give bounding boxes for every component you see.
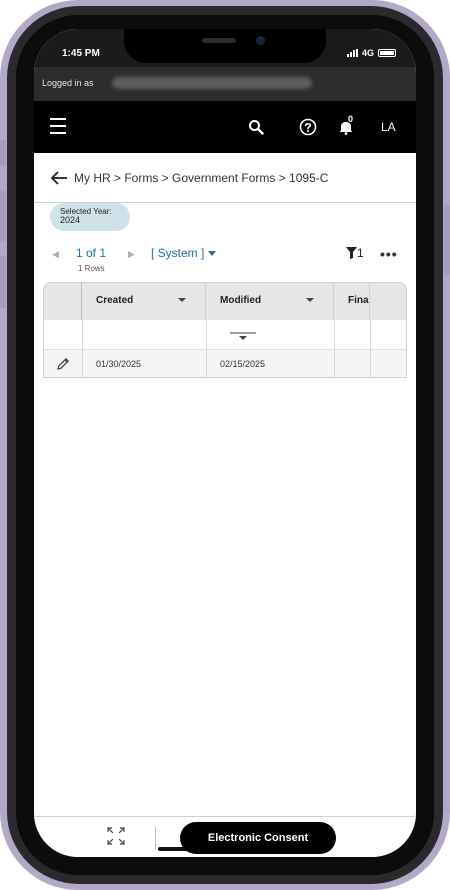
login-label: Logged in as bbox=[42, 78, 94, 88]
redacted-username bbox=[112, 77, 312, 89]
pager-row: ◀ 1 of 1 1 Rows ▶ [ System ] 1 ••• bbox=[34, 241, 416, 281]
grid-divider bbox=[334, 350, 335, 377]
cell-created: 01/30/2025 bbox=[96, 359, 142, 369]
grid-divider bbox=[82, 350, 83, 377]
notification-count: 0 bbox=[348, 114, 354, 124]
column-label-created: Created bbox=[96, 295, 134, 306]
bell-icon[interactable]: 0 bbox=[336, 114, 356, 137]
selected-year-chip[interactable]: Selected Year: 2024 bbox=[50, 203, 130, 231]
caret-down-icon[interactable] bbox=[178, 298, 186, 302]
column-label-final: Fina bbox=[348, 295, 369, 306]
more-options-button[interactable]: ••• bbox=[380, 246, 398, 262]
filter-count: 1 bbox=[357, 246, 364, 260]
column-header-final[interactable]: Fina bbox=[334, 283, 370, 320]
edit-pencil-icon[interactable] bbox=[56, 357, 70, 371]
grid-divider bbox=[370, 320, 371, 349]
hamburger-icon[interactable] bbox=[50, 118, 66, 134]
previous-page-icon[interactable]: ◀ bbox=[52, 249, 59, 260]
bottom-divider bbox=[155, 827, 156, 849]
phone-side-button bbox=[0, 190, 6, 242]
column-filter-icon[interactable] bbox=[230, 331, 256, 341]
chevron-down-icon bbox=[208, 250, 217, 256]
table-row[interactable]: 01/30/2025 02/15/2025 bbox=[44, 350, 406, 377]
year-chip-value: 2024 bbox=[60, 215, 81, 225]
back-arrow-icon[interactable] bbox=[50, 170, 68, 185]
cell-modified: 02/15/2025 bbox=[220, 359, 266, 369]
status-indicators: 4G bbox=[346, 48, 396, 58]
column-header-created[interactable]: Created bbox=[82, 283, 206, 320]
status-bar: 1:45 PM 4G bbox=[34, 29, 416, 67]
grid-divider bbox=[206, 320, 207, 349]
grid-divider bbox=[334, 320, 335, 349]
app-header: 0 LA bbox=[34, 101, 416, 153]
grid-divider bbox=[206, 350, 207, 377]
row-count: 1 Rows bbox=[78, 264, 105, 273]
select-column-header bbox=[44, 283, 82, 320]
expand-icon[interactable] bbox=[107, 827, 125, 845]
grid-filter-row bbox=[44, 320, 406, 350]
page-count: 1 of 1 bbox=[76, 246, 107, 260]
view-selector[interactable]: [ System ] bbox=[151, 246, 217, 260]
grid-header: Created Modified Fina bbox=[44, 283, 406, 320]
filter-button[interactable]: 1 bbox=[346, 246, 364, 260]
grid-divider bbox=[82, 320, 83, 349]
status-time: 1:45 PM bbox=[62, 48, 100, 59]
battery-icon bbox=[378, 49, 396, 57]
filter-icon bbox=[346, 247, 357, 259]
notch bbox=[124, 29, 326, 63]
signal-icon bbox=[346, 49, 358, 57]
grid-divider bbox=[370, 350, 371, 377]
column-header-modified[interactable]: Modified bbox=[206, 283, 334, 320]
phone-side-button bbox=[444, 205, 450, 275]
view-selector-label: [ System ] bbox=[151, 246, 205, 260]
search-icon[interactable] bbox=[246, 117, 266, 137]
caret-down-icon[interactable] bbox=[306, 298, 314, 302]
phone-side-button bbox=[0, 140, 6, 166]
front-camera bbox=[256, 36, 265, 45]
bottom-bar: Electronic Consent bbox=[34, 816, 416, 857]
user-initials[interactable]: LA bbox=[381, 120, 396, 134]
breadcrumb-text[interactable]: My HR > Forms > Government Forms > 1095-… bbox=[74, 171, 328, 185]
next-page-icon[interactable]: ▶ bbox=[128, 249, 135, 260]
data-grid: Created Modified Fina 01/30/2025 02/15/2… bbox=[43, 282, 407, 378]
login-bar: Logged in as bbox=[34, 67, 416, 101]
breadcrumb: My HR > Forms > Government Forms > 1095-… bbox=[34, 153, 416, 203]
electronic-consent-button[interactable]: Electronic Consent bbox=[180, 822, 336, 854]
phone-screen: 1:45 PM 4G Logged in as 0 LA My HR > For… bbox=[34, 29, 416, 857]
speaker-grille bbox=[202, 38, 236, 43]
help-circle-icon[interactable] bbox=[298, 117, 318, 137]
column-label-modified: Modified bbox=[220, 295, 262, 306]
phone-side-button bbox=[0, 256, 6, 308]
network-label: 4G bbox=[361, 48, 374, 58]
